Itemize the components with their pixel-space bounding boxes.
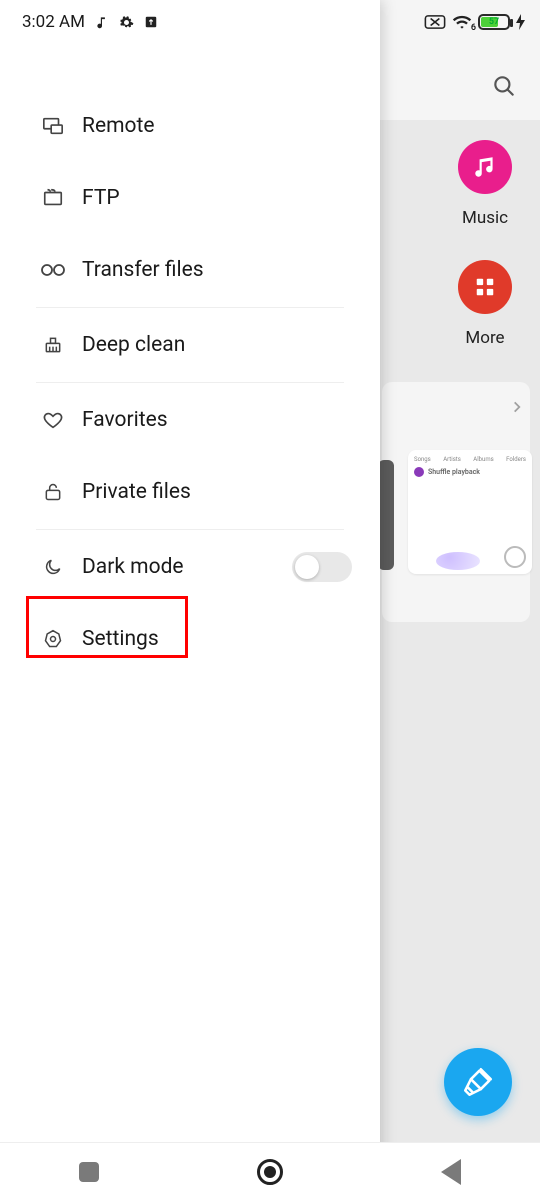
side-drawer: Remote FTP Transfer files Deep clean Fav… [0, 0, 380, 1200]
broom-icon [461, 1065, 495, 1099]
transfer-icon [36, 263, 70, 277]
category-tile-label: Music [430, 208, 540, 228]
drawer-item-ftp[interactable]: FTP [0, 162, 380, 234]
chevron-right-icon[interactable] [510, 400, 524, 414]
drawer-item-label: Settings [82, 627, 159, 651]
nav-home[interactable] [257, 1159, 283, 1185]
drawer-item-settings[interactable]: Settings [0, 603, 380, 675]
drawer-item-label: Dark mode [82, 555, 184, 579]
divider [36, 529, 344, 530]
drawer-item-label: Private files [82, 480, 191, 504]
lock-icon [36, 481, 70, 503]
music-note-icon [95, 15, 109, 29]
wifi-icon [452, 14, 472, 30]
battery-indicator: 57 [478, 14, 510, 30]
settings-status-icon [119, 15, 134, 30]
broom-small-icon [36, 335, 70, 355]
gear-icon [36, 629, 70, 649]
system-nav-bar [0, 1142, 540, 1200]
heart-icon [36, 409, 70, 431]
category-tile-label: More [430, 328, 540, 348]
recent-thumb-music-app[interactable]: Songs Artists Albums Folders Shuffle pla… [408, 450, 532, 574]
mini-card-play-ring [504, 546, 526, 568]
drawer-item-label: Remote [82, 114, 154, 138]
mini-card-art [436, 552, 480, 570]
divider [36, 307, 344, 308]
drawer-item-transfer[interactable]: Transfer files [0, 234, 380, 306]
remote-icon [36, 115, 70, 137]
drawer-item-label: FTP [82, 186, 120, 210]
cleaner-fab[interactable] [444, 1048, 512, 1116]
drawer-item-favorites[interactable]: Favorites [0, 384, 380, 456]
charging-icon [516, 14, 526, 30]
search-icon [491, 73, 517, 99]
mini-card-row: Shuffle playback [414, 467, 526, 477]
drawer-item-label: Favorites [82, 408, 168, 432]
play-icon [414, 467, 424, 477]
music-icon [458, 140, 512, 194]
no-sim-icon [424, 15, 446, 29]
category-tile-music[interactable]: Music [430, 140, 540, 228]
category-tile-more[interactable]: More [430, 260, 540, 348]
nav-recents[interactable] [79, 1162, 99, 1182]
grid-icon [458, 260, 512, 314]
search-button[interactable] [486, 68, 522, 104]
drawer-item-label: Deep clean [82, 333, 185, 357]
drawer-item-dark-mode[interactable]: Dark mode [0, 531, 380, 603]
recent-thumb-dark [378, 460, 394, 570]
dark-mode-toggle[interactable] [292, 552, 352, 582]
drawer-item-deep-clean[interactable]: Deep clean [0, 309, 380, 381]
moon-icon [36, 557, 70, 577]
status-bar: 3:02 AM 6 57 [0, 0, 540, 44]
mini-card-tabs: Songs Artists Albums Folders [414, 456, 526, 463]
divider [36, 382, 344, 383]
status-time: 3:02 AM [22, 12, 85, 32]
drawer-item-private[interactable]: Private files [0, 456, 380, 528]
upload-status-icon [144, 15, 158, 29]
drawer-item-remote[interactable]: Remote [0, 90, 380, 162]
drawer-item-label: Transfer files [82, 258, 204, 282]
ftp-icon [36, 187, 70, 209]
nav-back[interactable] [441, 1159, 461, 1185]
